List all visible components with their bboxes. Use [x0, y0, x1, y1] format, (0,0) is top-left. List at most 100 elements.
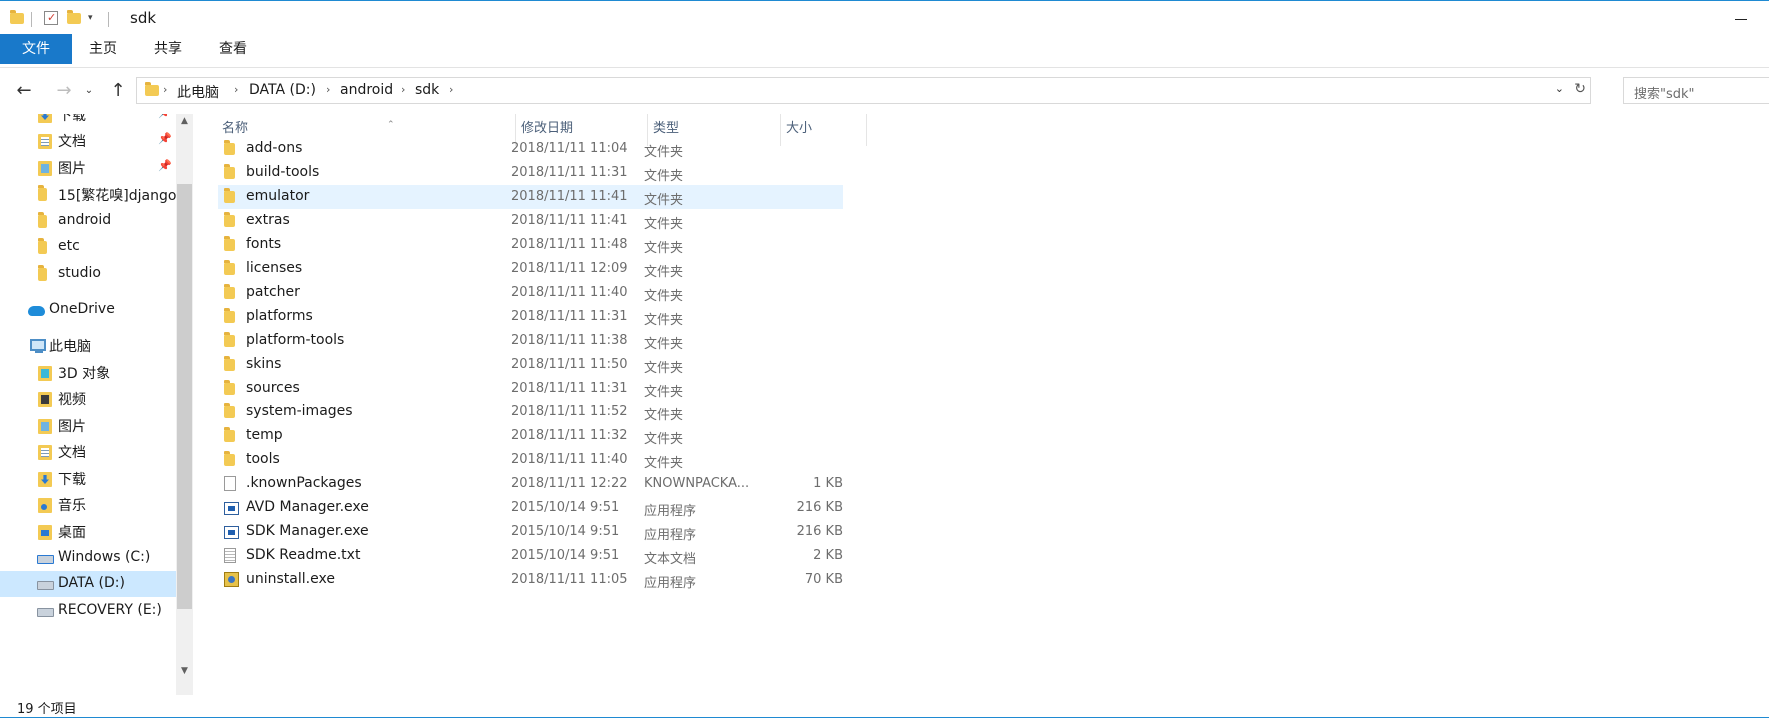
nav-item-label: etc — [58, 238, 80, 254]
file-name: build-tools — [246, 163, 320, 180]
file-row[interactable]: patcher 2018/11/11 11:40 文件夹 — [218, 281, 843, 305]
file-modified-date: 2018/11/11 11:04 — [511, 141, 628, 156]
new-folder-icon[interactable] — [67, 9, 81, 26]
file-row[interactable]: tools 2018/11/11 11:40 文件夹 — [218, 448, 843, 472]
chevron-right-icon[interactable]: › — [326, 83, 330, 96]
file-modified-date: 2018/11/11 11:41 — [511, 212, 628, 228]
file-row[interactable]: platforms 2018/11/11 11:31 文件夹 — [218, 305, 843, 329]
file-row[interactable]: add-ons 2018/11/11 11:04 文件夹 — [218, 137, 843, 161]
nav-item-pictures[interactable]: 图片 — [0, 412, 176, 438]
pictures-folder-icon — [38, 161, 52, 176]
file-row[interactable]: build-tools 2018/11/11 11:31 文件夹 — [218, 161, 843, 185]
forward-arrow-icon[interactable]: → — [52, 79, 76, 103]
pin-icon[interactable]: 📌 — [158, 159, 172, 172]
file-row[interactable]: system-images 2018/11/11 11:52 文件夹 — [218, 400, 843, 424]
file-row[interactable]: uninstall.exe 2018/11/11 11:05 应用程序 70 KB — [218, 568, 843, 592]
chevron-right-icon[interactable]: › — [401, 83, 405, 96]
nav-item-label: studio — [58, 265, 101, 281]
folder-icon — [224, 259, 235, 275]
nav-item-onedrive[interactable]: OneDrive — [0, 297, 176, 323]
file-row[interactable]: extras 2018/11/11 11:41 文件夹 — [218, 209, 843, 233]
file-row[interactable]: temp 2018/11/11 11:32 文件夹 — [218, 424, 843, 448]
customize-qat-chevron-down-icon[interactable]: ▾ — [88, 10, 93, 26]
nav-item-label: android — [58, 212, 112, 228]
chevron-right-icon[interactable]: › — [449, 83, 453, 96]
file-row[interactable]: SDK Readme.txt 2015/10/14 9:51 文本文档 2 KB — [218, 544, 843, 568]
column-header-date-label: 修改日期 — [521, 121, 574, 136]
folder-icon — [224, 307, 235, 323]
scroll-up-arrow-icon[interactable]: ▲ — [176, 116, 193, 130]
file-type: 文件夹 — [644, 312, 684, 328]
file-name: add-ons — [246, 140, 303, 156]
nav-item-downloads[interactable]: 下载 — [0, 465, 176, 491]
nav-item-quick-pictures[interactable]: 图片 📌 — [0, 154, 176, 180]
nav-item-quick-documents[interactable]: 文档 📌 — [0, 127, 176, 153]
search-placeholder: 搜索"sdk" — [1634, 87, 1695, 102]
properties-icon[interactable] — [44, 10, 58, 26]
nav-item-django-folder[interactable]: 15[繁花嗅]django — [0, 181, 176, 207]
file-row[interactable]: licenses 2018/11/11 12:09 文件夹 — [218, 257, 843, 281]
nav-item-documents[interactable]: 文档 — [0, 438, 176, 464]
nav-item-this-pc[interactable]: 此电脑 — [0, 332, 176, 358]
minimize-button[interactable] — [1727, 10, 1755, 28]
address-history-chevron-down-icon[interactable]: ⌄ — [1555, 82, 1564, 95]
file-name: patcher — [246, 283, 300, 300]
file-type: 文件夹 — [644, 432, 684, 448]
pin-icon[interactable]: 📌 — [158, 114, 172, 119]
file-row[interactable]: .knownPackages 2018/11/11 12:22 KNOWNPACKA… — [218, 472, 843, 496]
navigation-pane: 下载 📌 文档 📌 图片 📌 15[繁花嗅]django android etc… — [0, 114, 193, 695]
file-row[interactable]: skins 2018/11/11 11:50 文件夹 — [218, 353, 843, 377]
recent-locations-chevron-down-icon[interactable]: ⌄ — [82, 79, 96, 103]
nav-item-3d-objects[interactable]: 3D 对象 — [0, 359, 176, 385]
nav-item-data-d[interactable]: DATA (D:) — [0, 571, 176, 597]
file-size: 216 KB — [796, 500, 843, 516]
search-input[interactable]: 搜索"sdk" — [1623, 77, 1769, 104]
address-bar[interactable]: › 此电脑 › DATA (D:) › android › sdk › ⌄ ↻ — [136, 77, 1591, 104]
tab-home[interactable]: 主页 — [80, 34, 126, 64]
file-type: 文件夹 — [644, 336, 684, 352]
nav-item-music[interactable]: 音乐 — [0, 491, 176, 517]
refresh-icon[interactable]: ↻ — [1574, 81, 1586, 97]
file-name: tools — [246, 451, 280, 468]
folder-icon — [224, 427, 235, 443]
file-modified-date: 2015/10/14 9:51 — [511, 548, 620, 564]
nav-item-desktop[interactable]: 桌面 — [0, 518, 176, 544]
back-arrow-icon[interactable]: ← — [12, 79, 36, 103]
file-name: temp — [246, 427, 283, 444]
nav-scrollbar[interactable]: ▲ ▼ — [176, 114, 193, 695]
file-type: 文件夹 — [644, 216, 684, 232]
folder-icon — [224, 331, 235, 347]
breadcrumb-android[interactable]: android — [340, 82, 393, 98]
folder-icon — [224, 379, 235, 395]
breadcrumb-data-drive[interactable]: DATA (D:) — [249, 82, 316, 98]
file-row[interactable]: sources 2018/11/11 11:31 文件夹 — [218, 377, 843, 401]
breadcrumb-this-pc[interactable]: 此电脑 — [177, 82, 219, 102]
chevron-right-icon[interactable]: › — [234, 83, 238, 96]
folder-icon — [224, 235, 235, 251]
scroll-down-arrow-icon[interactable]: ▼ — [176, 666, 193, 680]
up-arrow-icon[interactable]: ↑ — [106, 79, 130, 103]
nav-item-quick-download[interactable]: 下载 📌 — [0, 114, 176, 127]
nav-item-windows-c[interactable]: Windows (C:) — [0, 545, 176, 571]
videos-folder-icon — [38, 392, 52, 407]
file-row[interactable]: platform-tools 2018/11/11 11:38 文件夹 — [218, 329, 843, 353]
tab-view[interactable]: 查看 — [210, 34, 256, 64]
file-modified-date: 2018/11/11 11:48 — [511, 236, 628, 252]
file-row[interactable]: SDK Manager.exe 2015/10/14 9:51 应用程序 216 KB — [218, 520, 843, 544]
nav-item-recovery-e[interactable]: RECOVERY (E:) — [0, 598, 176, 624]
nav-item-etc[interactable]: etc — [0, 234, 176, 260]
nav-item-videos[interactable]: 视频 — [0, 385, 176, 411]
file-row[interactable]: fonts 2018/11/11 11:48 文件夹 — [218, 233, 843, 257]
tab-file[interactable]: 文件 — [0, 34, 72, 64]
file-row[interactable]: emulator 2018/11/11 11:41 文件夹 — [218, 184, 843, 209]
folder-icon — [38, 265, 47, 281]
nav-item-android[interactable]: android — [0, 208, 176, 234]
chevron-right-icon[interactable]: › — [163, 83, 167, 96]
nav-item-label: 文档 — [58, 445, 86, 461]
tab-share[interactable]: 共享 — [145, 34, 191, 64]
pin-icon[interactable]: 📌 — [158, 132, 172, 145]
breadcrumb-sdk[interactable]: sdk — [415, 82, 439, 98]
scrollbar-thumb[interactable] — [177, 184, 192, 609]
nav-item-studio[interactable]: studio — [0, 261, 176, 287]
file-row[interactable]: AVD Manager.exe 2015/10/14 9:51 应用程序 216 KB — [218, 496, 843, 520]
